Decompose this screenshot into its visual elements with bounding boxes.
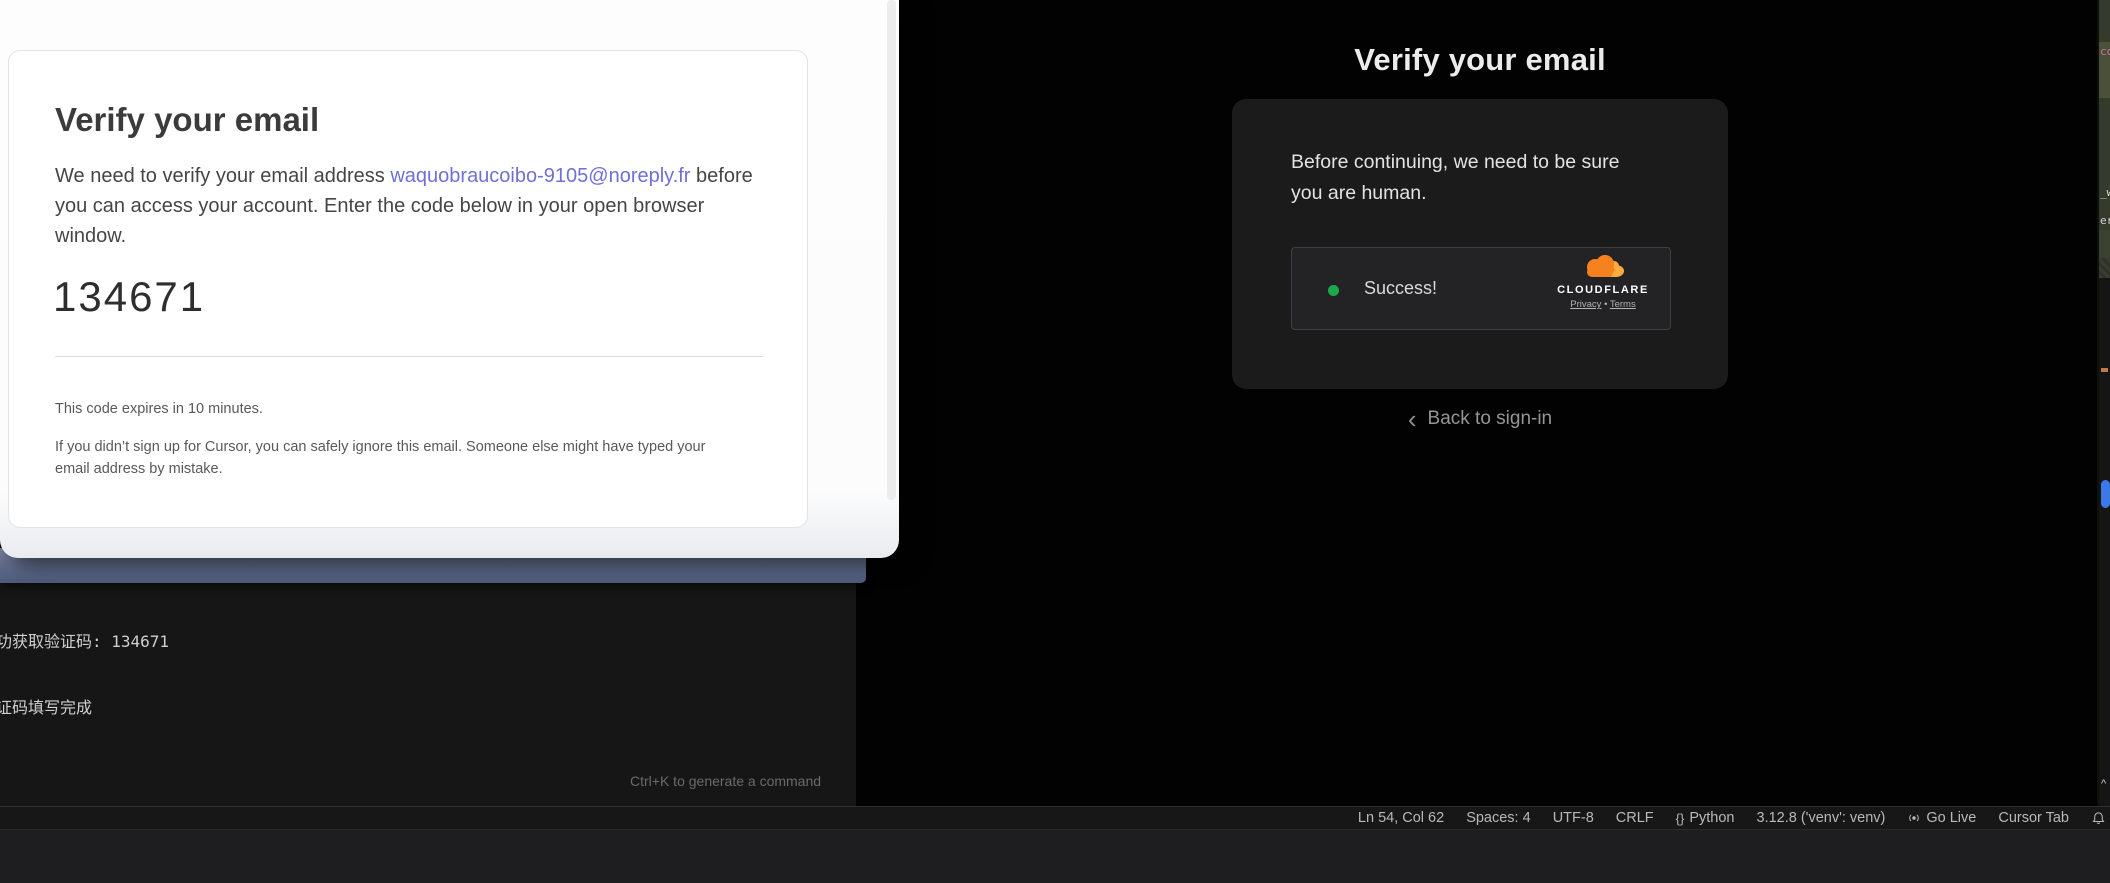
notifications-bell-icon[interactable]: [2091, 811, 2106, 826]
python-interpreter[interactable]: 3.12.8 ('venv': venv): [1757, 810, 1886, 826]
braces-icon: {}: [1676, 811, 1685, 826]
email-card: Verify your email We need to verify your…: [8, 50, 808, 528]
cloudflare-cloud-icon: [1581, 255, 1625, 283]
cloudflare-branding: CLOUDFLARE Privacy • Terms: [1548, 255, 1658, 310]
privacy-link[interactable]: Privacy: [1570, 299, 1601, 310]
turnstile-links: Privacy • Terms: [1570, 299, 1635, 310]
email-disclaimer: If you didn’t sign up for Cursor, you ca…: [55, 437, 731, 480]
vscode-status-bar: Ln 54, Col 62 Spaces: 4 UTF-8 CRLF {} Py…: [0, 806, 2110, 829]
language-label: Python: [1689, 810, 1734, 826]
turnstile-status: Success!: [1364, 278, 1437, 299]
terminal-line: [0, 762, 211, 784]
email-scrollbar[interactable]: [887, 0, 896, 500]
editor-edge-strip: co _w er ^: [2097, 0, 2110, 806]
chevron-left-icon: ‹: [1408, 408, 1417, 430]
verify-page-title: Verify your email: [1232, 42, 1728, 78]
editor-hatch-band: [2099, 258, 2110, 278]
success-dot-icon: [1328, 285, 1339, 296]
email-window: Verify your email We need to verify your…: [0, 0, 899, 558]
verification-code: 134671: [53, 273, 205, 321]
code-fragment: _w: [2100, 186, 2110, 199]
email-body: We need to verify your email address waq…: [55, 161, 771, 251]
scroll-chevron-icon: ^: [2101, 778, 2106, 790]
editor-code-band: [2099, 0, 2110, 42]
scrollbar-thumb[interactable]: [2101, 480, 2110, 508]
divider: [55, 356, 763, 357]
code-expiry-note: This code expires in 10 minutes.: [55, 401, 263, 417]
go-live-button[interactable]: Go Live: [1907, 810, 1976, 826]
eol-indicator[interactable]: CRLF: [1616, 810, 1654, 826]
verify-card-message: Before continuing, we need to be sure yo…: [1291, 147, 1641, 209]
email-address-link[interactable]: waquobraucoibo-9105@noreply.fr: [390, 165, 690, 187]
back-to-signin-link[interactable]: ‹ Back to sign-in: [1232, 408, 1728, 430]
indentation-indicator[interactable]: Spaces: 4: [1466, 810, 1531, 826]
terms-link[interactable]: Terms: [1610, 299, 1636, 310]
windows-taskbar: ⚙ S: [0, 829, 2110, 883]
go-live-label: Go Live: [1926, 810, 1976, 826]
code-fragment: co: [2100, 45, 2110, 58]
email-title: Verify your email: [55, 101, 319, 139]
editor-code-band: [2099, 230, 2110, 258]
encoding-indicator[interactable]: UTF-8: [1553, 810, 1594, 826]
code-fragment: er: [2100, 214, 2110, 227]
cursor-tab-toggle[interactable]: Cursor Tab: [1998, 810, 2069, 826]
back-to-signin-label: Back to sign-in: [1428, 408, 1553, 430]
verify-card: Before continuing, we need to be sure yo…: [1232, 99, 1728, 389]
terminal-line: 功获取验证码: 134671: [0, 631, 211, 653]
email-body-prefix: We need to verify your email address: [55, 165, 390, 187]
modified-marker: [2101, 368, 2108, 372]
desktop-screen: Verify your email Before continuing, we …: [0, 0, 2110, 883]
cursor-position-indicator[interactable]: Ln 54, Col 62: [1358, 810, 1444, 826]
language-mode[interactable]: {} Python: [1676, 810, 1735, 826]
terminal-panel[interactable]: 功获取验证码: 134671 证码填写完成 在处理 Turnstile 验证..…: [0, 583, 856, 806]
terminal-ctrlk-hint: Ctrl+K to generate a command: [630, 773, 821, 789]
editor-code-band: [2099, 98, 2110, 230]
cloudflare-wordmark: CLOUDFLARE: [1557, 284, 1649, 296]
broadcast-icon: [1907, 811, 1921, 825]
link-separator: •: [1604, 299, 1607, 310]
terminal-line: 证码填写完成: [0, 697, 211, 719]
cloudflare-turnstile-widget[interactable]: Success! CLOUDFLARE: [1291, 247, 1671, 330]
